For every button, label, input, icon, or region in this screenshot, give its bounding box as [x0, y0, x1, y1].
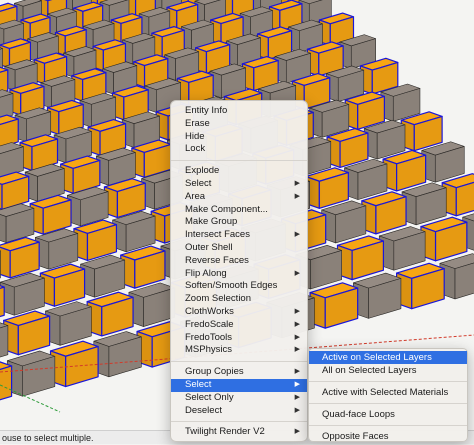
submenu-arrow-icon: ▶: [295, 319, 300, 332]
selected-box[interactable]: [0, 172, 29, 209]
menu-item-erase[interactable]: Erase: [171, 118, 307, 131]
menu-item-fredoscale[interactable]: FredoScale▶: [171, 319, 307, 332]
selected-box[interactable]: [310, 283, 358, 328]
menu-item-make-component[interactable]: Make Component...: [171, 204, 307, 217]
selected-box[interactable]: [401, 112, 442, 151]
selected-box[interactable]: [40, 264, 84, 306]
menu-item-flip-along[interactable]: Flip Along▶: [171, 268, 307, 281]
menu-separator: [171, 160, 307, 161]
menu-item-fredotools[interactable]: FredoTools▶: [171, 332, 307, 345]
selected-box[interactable]: [327, 129, 368, 168]
menu-item-intersect-faces[interactable]: Intersect Faces▶: [171, 229, 307, 242]
menu-item-explode[interactable]: Explode: [171, 165, 307, 178]
submenu-item-active-on-selected-layers[interactable]: Active on Selected Layers: [309, 351, 467, 364]
menu-item-clothworks[interactable]: ClothWorks▶: [171, 306, 307, 319]
selected-box[interactable]: [306, 168, 349, 208]
box[interactable]: [353, 273, 401, 318]
submenu-arrow-icon: ▶: [295, 405, 300, 418]
menu-item-area[interactable]: Area▶: [171, 191, 307, 204]
submenu-arrow-icon: ▶: [295, 268, 300, 281]
context-menu: Entity Info Erase Hide Lock Explode Sele…: [170, 100, 308, 442]
menu-item-select-plugin[interactable]: Select▶: [171, 379, 307, 392]
box[interactable]: [344, 159, 387, 199]
box[interactable]: [422, 142, 465, 182]
menu-item-msphysics[interactable]: MSPhysics▶: [171, 344, 307, 357]
selected-box[interactable]: [383, 150, 426, 190]
box[interactable]: [35, 229, 78, 269]
submenu-arrow-icon: ▶: [295, 191, 300, 204]
box[interactable]: [322, 201, 366, 243]
submenu-arrow-icon: ▶: [295, 332, 300, 345]
selected-box[interactable]: [121, 246, 165, 288]
menu-item-outer-shell[interactable]: Outer Shell: [171, 242, 307, 255]
box[interactable]: [0, 204, 34, 243]
selected-box[interactable]: [87, 292, 133, 336]
selected-box[interactable]: [0, 237, 39, 277]
menu-separator: [171, 421, 307, 422]
box[interactable]: [94, 331, 142, 376]
selected-box[interactable]: [338, 236, 384, 280]
menu-item-select[interactable]: Select▶: [171, 178, 307, 191]
submenu-separator: [309, 403, 467, 404]
selected-box[interactable]: [362, 192, 406, 234]
menu-item-twilight-render-v2[interactable]: Twilight Render V2▶: [171, 426, 307, 439]
menu-item-entity-info[interactable]: Entity Info: [171, 105, 307, 118]
box[interactable]: [129, 283, 175, 327]
box[interactable]: [0, 246, 1, 286]
menu-item-lock[interactable]: Lock: [171, 143, 307, 156]
select-submenu: Active on Selected Layers All on Selecte…: [308, 348, 468, 442]
submenu-arrow-icon: ▶: [295, 366, 300, 379]
submenu-item-all-on-selected-layers[interactable]: All on Selected Layers: [309, 364, 467, 377]
menu-item-reverse-faces[interactable]: Reverse Faces: [171, 255, 307, 268]
submenu-arrow-icon: ▶: [295, 229, 300, 242]
submenu-arrow-icon: ▶: [295, 392, 300, 405]
box[interactable]: [440, 254, 474, 299]
submenu-arrow-icon: ▶: [295, 178, 300, 191]
submenu-separator: [309, 381, 467, 382]
box[interactable]: [7, 351, 55, 396]
menu-item-group-copies[interactable]: Group Copies▶: [171, 366, 307, 379]
selected-box[interactable]: [4, 311, 50, 355]
menu-item-make-group[interactable]: Make Group: [171, 216, 307, 229]
selected-box[interactable]: [51, 341, 99, 386]
menu-item-select-only[interactable]: Select Only▶: [171, 392, 307, 405]
selected-box[interactable]: [421, 217, 467, 261]
box[interactable]: [379, 227, 425, 271]
menu-item-deselect[interactable]: Deselect▶: [171, 405, 307, 418]
box[interactable]: [81, 255, 125, 297]
status-text: ouse to select multiple.: [2, 433, 94, 443]
box[interactable]: [0, 273, 44, 315]
menu-separator: [171, 361, 307, 362]
submenu-item-opposite-faces[interactable]: Opposite Faces: [309, 430, 467, 443]
submenu-arrow-icon: ▶: [295, 379, 300, 392]
submenu-arrow-icon: ▶: [295, 426, 300, 439]
box[interactable]: [45, 302, 91, 346]
menu-item-zoom-selection[interactable]: Zoom Selection: [171, 293, 307, 306]
box[interactable]: [0, 320, 8, 364]
submenu-item-quad-face-loops[interactable]: Quad-face Loops: [309, 408, 467, 421]
selected-box[interactable]: [442, 174, 474, 216]
submenu-arrow-icon: ▶: [295, 306, 300, 319]
submenu-arrow-icon: ▶: [295, 344, 300, 357]
submenu-item-active-with-selected-materials[interactable]: Active with Selected Materials: [309, 386, 467, 399]
submenu-separator: [309, 425, 467, 426]
menu-item-soften-smooth-edges[interactable]: Soften/Smooth Edges: [171, 280, 307, 293]
box[interactable]: [402, 183, 446, 225]
selected-box[interactable]: [0, 282, 4, 324]
selected-box[interactable]: [397, 263, 445, 308]
selected-box[interactable]: [0, 361, 12, 406]
menu-item-hide[interactable]: Hide: [171, 131, 307, 144]
